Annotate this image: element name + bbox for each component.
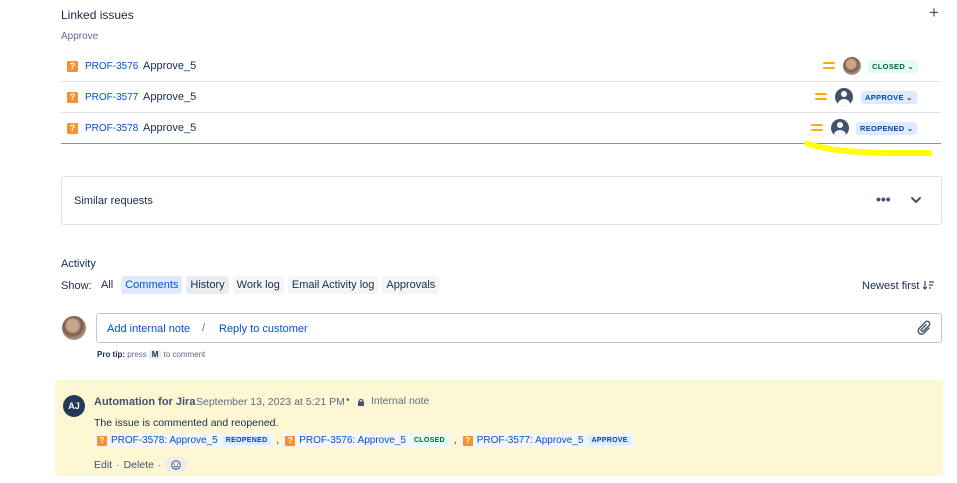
comment-actions: Edit · Delete ·	[94, 457, 188, 472]
divider: /	[202, 322, 206, 334]
activity-comment: AJ Automation for Jira September 13, 202…	[55, 380, 943, 476]
activity-filters: All Comments History Work log Email Acti…	[97, 276, 440, 294]
status-lozenge[interactable]: APPROVE ⌄	[861, 90, 917, 104]
more-actions-icon[interactable]: •••	[876, 191, 891, 207]
lock-icon	[358, 398, 364, 406]
comment-composer[interactable]: Add internal note / Reply to customer	[96, 313, 942, 343]
linked-issue-row[interactable]: ? PROF-3576 Approve_5 CLOSED ⌄	[61, 51, 941, 82]
comment-author[interactable]: Automation for Jira	[94, 396, 195, 408]
sort-order-button[interactable]: Newest first	[862, 280, 934, 292]
author-avatar: AJ	[63, 395, 85, 417]
bullet: •	[346, 395, 350, 406]
sort-label: Newest first	[862, 280, 920, 292]
edit-button[interactable]: Edit	[94, 459, 112, 471]
link-type-label: Approve	[61, 31, 99, 42]
delete-button[interactable]: Delete	[124, 459, 154, 471]
status-lozenge[interactable]: REOPENED ⌄	[856, 121, 918, 135]
linked-issue-row[interactable]: ? PROF-3577 Approve_5 APPROVE ⌄	[61, 82, 941, 113]
status-lozenge[interactable]: CLOSED ⌄	[868, 59, 919, 73]
filter-email-activity-log[interactable]: Email Activity log	[287, 276, 379, 294]
similar-requests-label: Similar requests	[74, 195, 153, 207]
filter-history[interactable]: History	[186, 276, 229, 294]
default-user-avatar-icon[interactable]	[835, 88, 853, 106]
filter-comments[interactable]: Comments	[121, 276, 183, 294]
smart-link[interactable]: ? PROF-3576: Approve_5 CLOSED	[282, 433, 451, 448]
chevron-down-icon[interactable]	[910, 194, 922, 206]
status-lozenge: REOPENED	[222, 436, 271, 445]
question-issue-type-icon: ?	[67, 60, 78, 72]
linked-issues-title: Linked issues	[61, 8, 134, 22]
status-lozenge: APPROVE	[588, 436, 631, 445]
issue-summary[interactable]: Approve_5	[143, 122, 196, 134]
issue-summary[interactable]: Approve_5	[143, 60, 196, 72]
question-issue-type-icon: ?	[67, 122, 78, 134]
question-issue-type-icon: ?	[67, 91, 78, 103]
question-issue-type-icon: ?	[285, 435, 296, 446]
comment-date[interactable]: September 13, 2023 at 5:21 PM	[196, 396, 345, 408]
current-user-avatar	[62, 316, 86, 340]
chevron-down-icon: ⌄	[906, 123, 914, 133]
smiley-icon	[171, 459, 182, 470]
default-user-avatar-icon[interactable]	[831, 119, 849, 137]
issue-key-link[interactable]: PROF-3576	[85, 61, 138, 72]
sort-descending-icon	[922, 281, 934, 290]
chevron-down-icon: ⌄	[907, 61, 915, 71]
linked-issues-table: ? PROF-3576 Approve_5 CLOSED ⌄ ? PROF-35…	[61, 51, 941, 144]
highlighter-annotation	[804, 140, 932, 156]
filter-approvals[interactable]: Approvals	[382, 276, 440, 294]
add-reaction-button[interactable]	[165, 457, 188, 472]
question-issue-type-icon: ?	[462, 435, 473, 446]
comment-issue-links: ? PROF-3578: Approve_5 REOPENED , ? PROF…	[94, 433, 634, 448]
medium-priority-icon	[823, 62, 835, 70]
status-lozenge: CLOSED	[410, 436, 448, 445]
question-issue-type-icon: ?	[97, 435, 107, 446]
medium-priority-icon	[815, 93, 827, 101]
pro-tip: Pro tip: press Mto comment	[97, 350, 206, 359]
issue-summary[interactable]: Approve_5	[143, 91, 196, 103]
chevron-down-icon: ⌄	[906, 92, 913, 102]
similar-requests-panel[interactable]: Similar requests •••	[61, 176, 942, 225]
keyboard-key: M	[148, 350, 162, 359]
internal-note-label: Internal note	[371, 395, 430, 407]
issue-key-link[interactable]: PROF-3577	[85, 92, 138, 103]
filter-work-log[interactable]: Work log	[232, 276, 284, 294]
show-label: Show:	[61, 280, 92, 292]
filter-all[interactable]: All	[97, 276, 118, 294]
comment-body: The issue is commented and reopened.	[94, 417, 279, 429]
smart-link[interactable]: ? PROF-3578: Approve_5 REOPENED	[94, 433, 274, 448]
activity-title: Activity	[61, 258, 96, 270]
add-link-plus-icon[interactable]: +	[926, 4, 942, 21]
paperclip-icon[interactable]	[917, 320, 933, 338]
issue-key-link[interactable]: PROF-3578	[85, 123, 138, 134]
reply-to-customer-link[interactable]: Reply to customer	[219, 323, 308, 335]
smart-link[interactable]: ? PROF-3577: Approve_5 APPROVE	[459, 433, 634, 448]
assignee-avatar[interactable]	[843, 57, 861, 75]
medium-priority-icon	[811, 124, 823, 132]
add-internal-note-link[interactable]: Add internal note	[107, 323, 190, 335]
